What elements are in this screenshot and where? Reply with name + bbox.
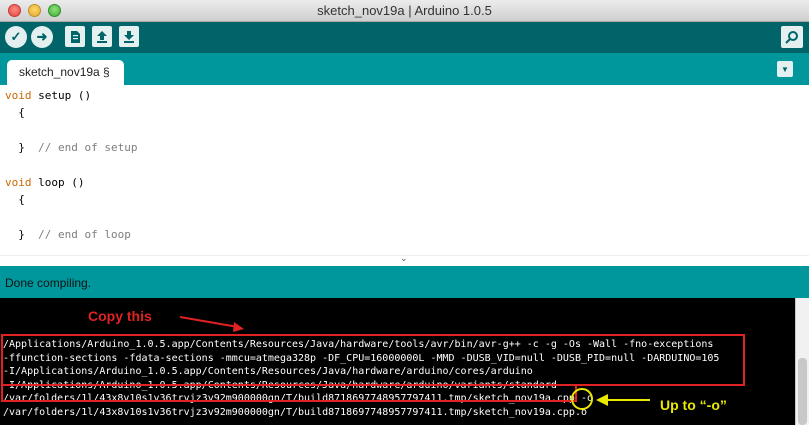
chevron-down-icon: ▼ xyxy=(781,64,789,74)
upload-arrow-icon xyxy=(97,30,107,43)
console-scrollbar[interactable] xyxy=(795,298,809,425)
yellow-arrow-icon xyxy=(596,394,650,406)
code-line: void setup () xyxy=(5,89,92,102)
window-titlebar: sketch_nov19a | Arduino 1.0.5 xyxy=(0,0,809,22)
document-icon xyxy=(71,30,80,43)
tab-strip: sketch_nov19a § ▼ xyxy=(0,53,809,85)
copy-highlight-box-lower xyxy=(1,385,577,402)
magnifier-icon xyxy=(785,31,798,44)
console-output[interactable]: /Applications/Arduino_1.0.5.app/Contents… xyxy=(0,298,809,425)
window-title: sketch_nov19a | Arduino 1.0.5 xyxy=(317,3,492,18)
check-icon: ✓ xyxy=(10,29,22,44)
red-arrow-icon xyxy=(179,316,244,332)
code-line: { xyxy=(5,106,25,120)
tab-sketch[interactable]: sketch_nov19a § xyxy=(7,60,124,85)
save-button[interactable] xyxy=(119,26,139,47)
status-bar: Done compiling. xyxy=(0,266,809,298)
scrollbar-thumb[interactable] xyxy=(798,358,807,425)
arrow-right-icon: ➜ xyxy=(36,29,48,44)
dash-o-circle xyxy=(571,388,593,410)
upload-button[interactable]: ➜ xyxy=(31,26,53,48)
copy-highlight-box xyxy=(1,334,745,386)
code-line: void loop () xyxy=(5,176,85,190)
download-arrow-icon xyxy=(124,30,134,43)
code-editor[interactable]: void setup () { } // end of setup void l… xyxy=(0,85,809,255)
verify-button[interactable]: ✓ xyxy=(5,26,27,48)
code-line: } // end of loop xyxy=(5,228,131,242)
code-line: } // end of setup xyxy=(5,141,138,155)
tab-menu-button[interactable]: ▼ xyxy=(777,61,793,77)
toolbar: ✓ ➜ xyxy=(0,22,809,53)
open-button[interactable] xyxy=(92,26,112,47)
new-button[interactable] xyxy=(65,26,85,47)
code-line: { xyxy=(5,193,25,207)
up-to-o-annotation: Up to “-o” xyxy=(660,397,727,413)
console-line: /var/folders/1l/43x8v10s1v36trvjz3v92m90… xyxy=(3,406,587,418)
pane-splitter[interactable]: ⌄ xyxy=(0,253,809,266)
copy-this-annotation: Copy this xyxy=(88,308,152,324)
serial-monitor-button[interactable] xyxy=(781,26,803,48)
splitter-grip-icon: ⌄ xyxy=(400,253,408,263)
